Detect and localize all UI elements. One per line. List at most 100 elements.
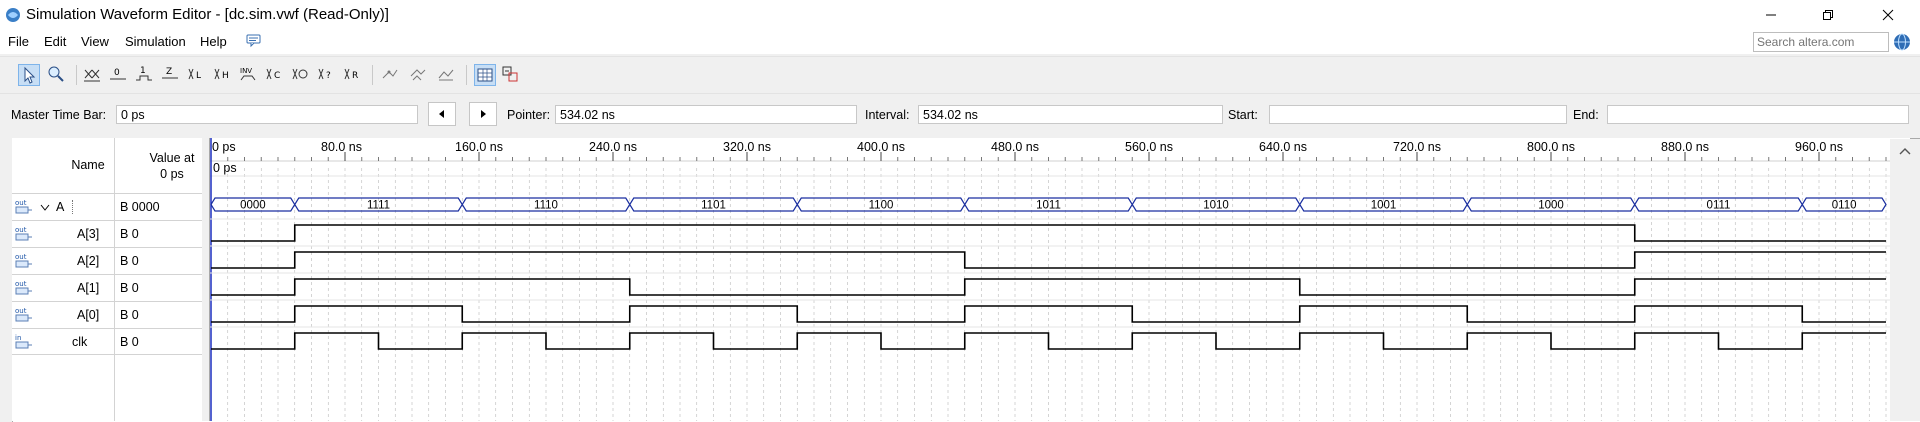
random-value-button[interactable]: R <box>342 64 364 86</box>
random-value-icon: R <box>344 68 358 81</box>
svg-text:Z: Z <box>166 67 172 77</box>
app-logo-icon <box>6 8 20 22</box>
time-tick-label: 800.0 ns <box>1527 140 1575 154</box>
force-weak-low-button[interactable]: L <box>186 64 208 86</box>
interval-label: Interval: <box>865 108 910 122</box>
bus-value-label: 0111 <box>1707 200 1731 212</box>
time-tick-label: 80.0 ns <box>321 140 362 154</box>
svg-text:in: in <box>15 334 21 342</box>
value-column-header[interactable]: Value at <box>132 151 212 165</box>
reference-button[interactable] <box>436 64 458 86</box>
time-tick-label: 480.0 ns <box>991 140 1039 154</box>
clock-value-button[interactable] <box>290 64 312 86</box>
grid-icon <box>477 68 493 82</box>
reference-icon <box>438 69 454 81</box>
count-value-button[interactable]: C <box>264 64 286 86</box>
restore-button[interactable] <box>1800 0 1856 30</box>
end-label: End: <box>1573 108 1599 122</box>
vertical-scrollbar[interactable] <box>1890 139 1920 421</box>
invert-button[interactable]: INV <box>238 64 260 86</box>
end-field[interactable] <box>1607 105 1909 124</box>
time-marker-label: 0 ps <box>213 161 237 175</box>
signal-value: B 0000 <box>120 200 160 214</box>
signal-name: A <box>56 200 74 214</box>
pane-splitter[interactable] <box>202 138 210 421</box>
time-tick-label: 160.0 ns <box>455 140 503 154</box>
minimize-button[interactable] <box>1743 0 1799 30</box>
force-high-button[interactable]: 1 <box>134 64 156 86</box>
search-input[interactable] <box>1757 34 1885 50</box>
menu-help[interactable]: Help <box>200 34 227 49</box>
collapse-chevron-icon[interactable] <box>40 204 50 212</box>
start-label: Start: <box>1228 108 1258 122</box>
svg-text:C: C <box>274 71 280 81</box>
signal-value: B 0 <box>120 227 139 241</box>
signal-value: B 0 <box>120 308 139 322</box>
toolbar-separator <box>466 65 467 85</box>
waveform-A1 <box>211 278 1886 296</box>
force-high-impedance-icon: Z <box>162 67 178 79</box>
globe-search-icon[interactable] <box>1893 33 1911 51</box>
input-pin-icon: in <box>15 334 32 349</box>
value-column-time: 0 ps <box>160 167 184 181</box>
signal-row-clk[interactable]: in clk B 0 <box>12 328 202 355</box>
bus-value-label: 1110 <box>534 200 558 212</box>
force-high-impedance-button[interactable]: Z <box>160 64 182 86</box>
signal-row-A1[interactable]: out A[1] B 0 <box>12 274 202 301</box>
search-box <box>1753 32 1889 52</box>
next-transition-button[interactable] <box>469 102 497 126</box>
scroll-up-icon[interactable] <box>1898 145 1912 159</box>
time-tick-label: 400.0 ns <box>857 140 905 154</box>
signal-list: Name Value at 0 ps out A B 0000 out A[3]… <box>12 138 203 421</box>
menu-view[interactable]: View <box>81 34 109 49</box>
force-weak-high-button[interactable]: H <box>212 64 234 86</box>
menu-edit[interactable]: Edit <box>44 34 66 49</box>
close-button[interactable] <box>1860 0 1916 30</box>
zoom-tool-button[interactable] <box>46 64 68 86</box>
signal-name: A[1] <box>77 281 100 295</box>
window-title: Simulation Waveform Editor - [dc.sim.vwf… <box>26 6 389 23</box>
signal-value: B 0 <box>120 281 139 295</box>
arbitrary-value-icon: ? <box>318 68 331 81</box>
close-icon <box>1882 9 1894 21</box>
svg-text:H: H <box>222 71 229 81</box>
time-tick-label: 640.0 ns <box>1259 140 1307 154</box>
menu-simulation[interactable]: Simulation <box>125 34 186 49</box>
output-pin-icon: out <box>15 226 32 241</box>
previous-transition-button[interactable] <box>428 102 456 126</box>
svg-text:out: out <box>15 253 27 261</box>
signal-value: B 0 <box>120 335 139 349</box>
signal-row-A3[interactable]: out A[3] B 0 <box>12 220 202 247</box>
time-tick-label: 240.0 ns <box>589 140 637 154</box>
output-pin-icon: out <box>15 199 32 214</box>
toolbar: 0 1 Z L H INV C ? R <box>0 56 1920 94</box>
start-field[interactable] <box>1269 105 1567 124</box>
menu-bar: File Edit View Simulation Help <box>0 30 1920 54</box>
selection-tool-icon <box>24 66 36 84</box>
feedback-icon[interactable] <box>246 33 262 49</box>
svg-text:out: out <box>15 226 27 234</box>
svg-text:out: out <box>15 280 27 288</box>
selection-tool-button[interactable] <box>18 64 40 86</box>
menu-file[interactable]: File <box>8 34 29 49</box>
svg-text:L: L <box>196 71 201 81</box>
signal-row-A0[interactable]: out A[0] B 0 <box>12 301 202 328</box>
arrow-right-icon <box>481 110 486 118</box>
signal-row-A2[interactable]: out A[2] B 0 <box>12 247 202 274</box>
arbitrary-value-button[interactable]: ? <box>316 64 338 86</box>
snap-to-transitions-icon <box>410 69 426 81</box>
name-column-header[interactable]: Name <box>58 158 118 172</box>
signal-row-A[interactable]: out A B 0000 <box>12 193 202 220</box>
force-unknown-button[interactable] <box>82 64 104 86</box>
signal-value: B 0 <box>120 254 139 268</box>
snap-to-transitions-button[interactable] <box>408 64 430 86</box>
bus-value-label: 1000 <box>1538 200 1564 212</box>
grid-button[interactable] <box>474 64 496 86</box>
snap-to-grid-button[interactable] <box>380 64 402 86</box>
timing-analyzer-button[interactable] <box>500 64 522 86</box>
signal-name: clk <box>72 335 88 349</box>
master-time-bar-label: Master Time Bar: <box>11 108 107 122</box>
force-low-button[interactable]: 0 <box>108 64 130 86</box>
master-time-bar-field[interactable]: 0 ps <box>116 105 418 124</box>
svg-text:0: 0 <box>114 68 120 78</box>
